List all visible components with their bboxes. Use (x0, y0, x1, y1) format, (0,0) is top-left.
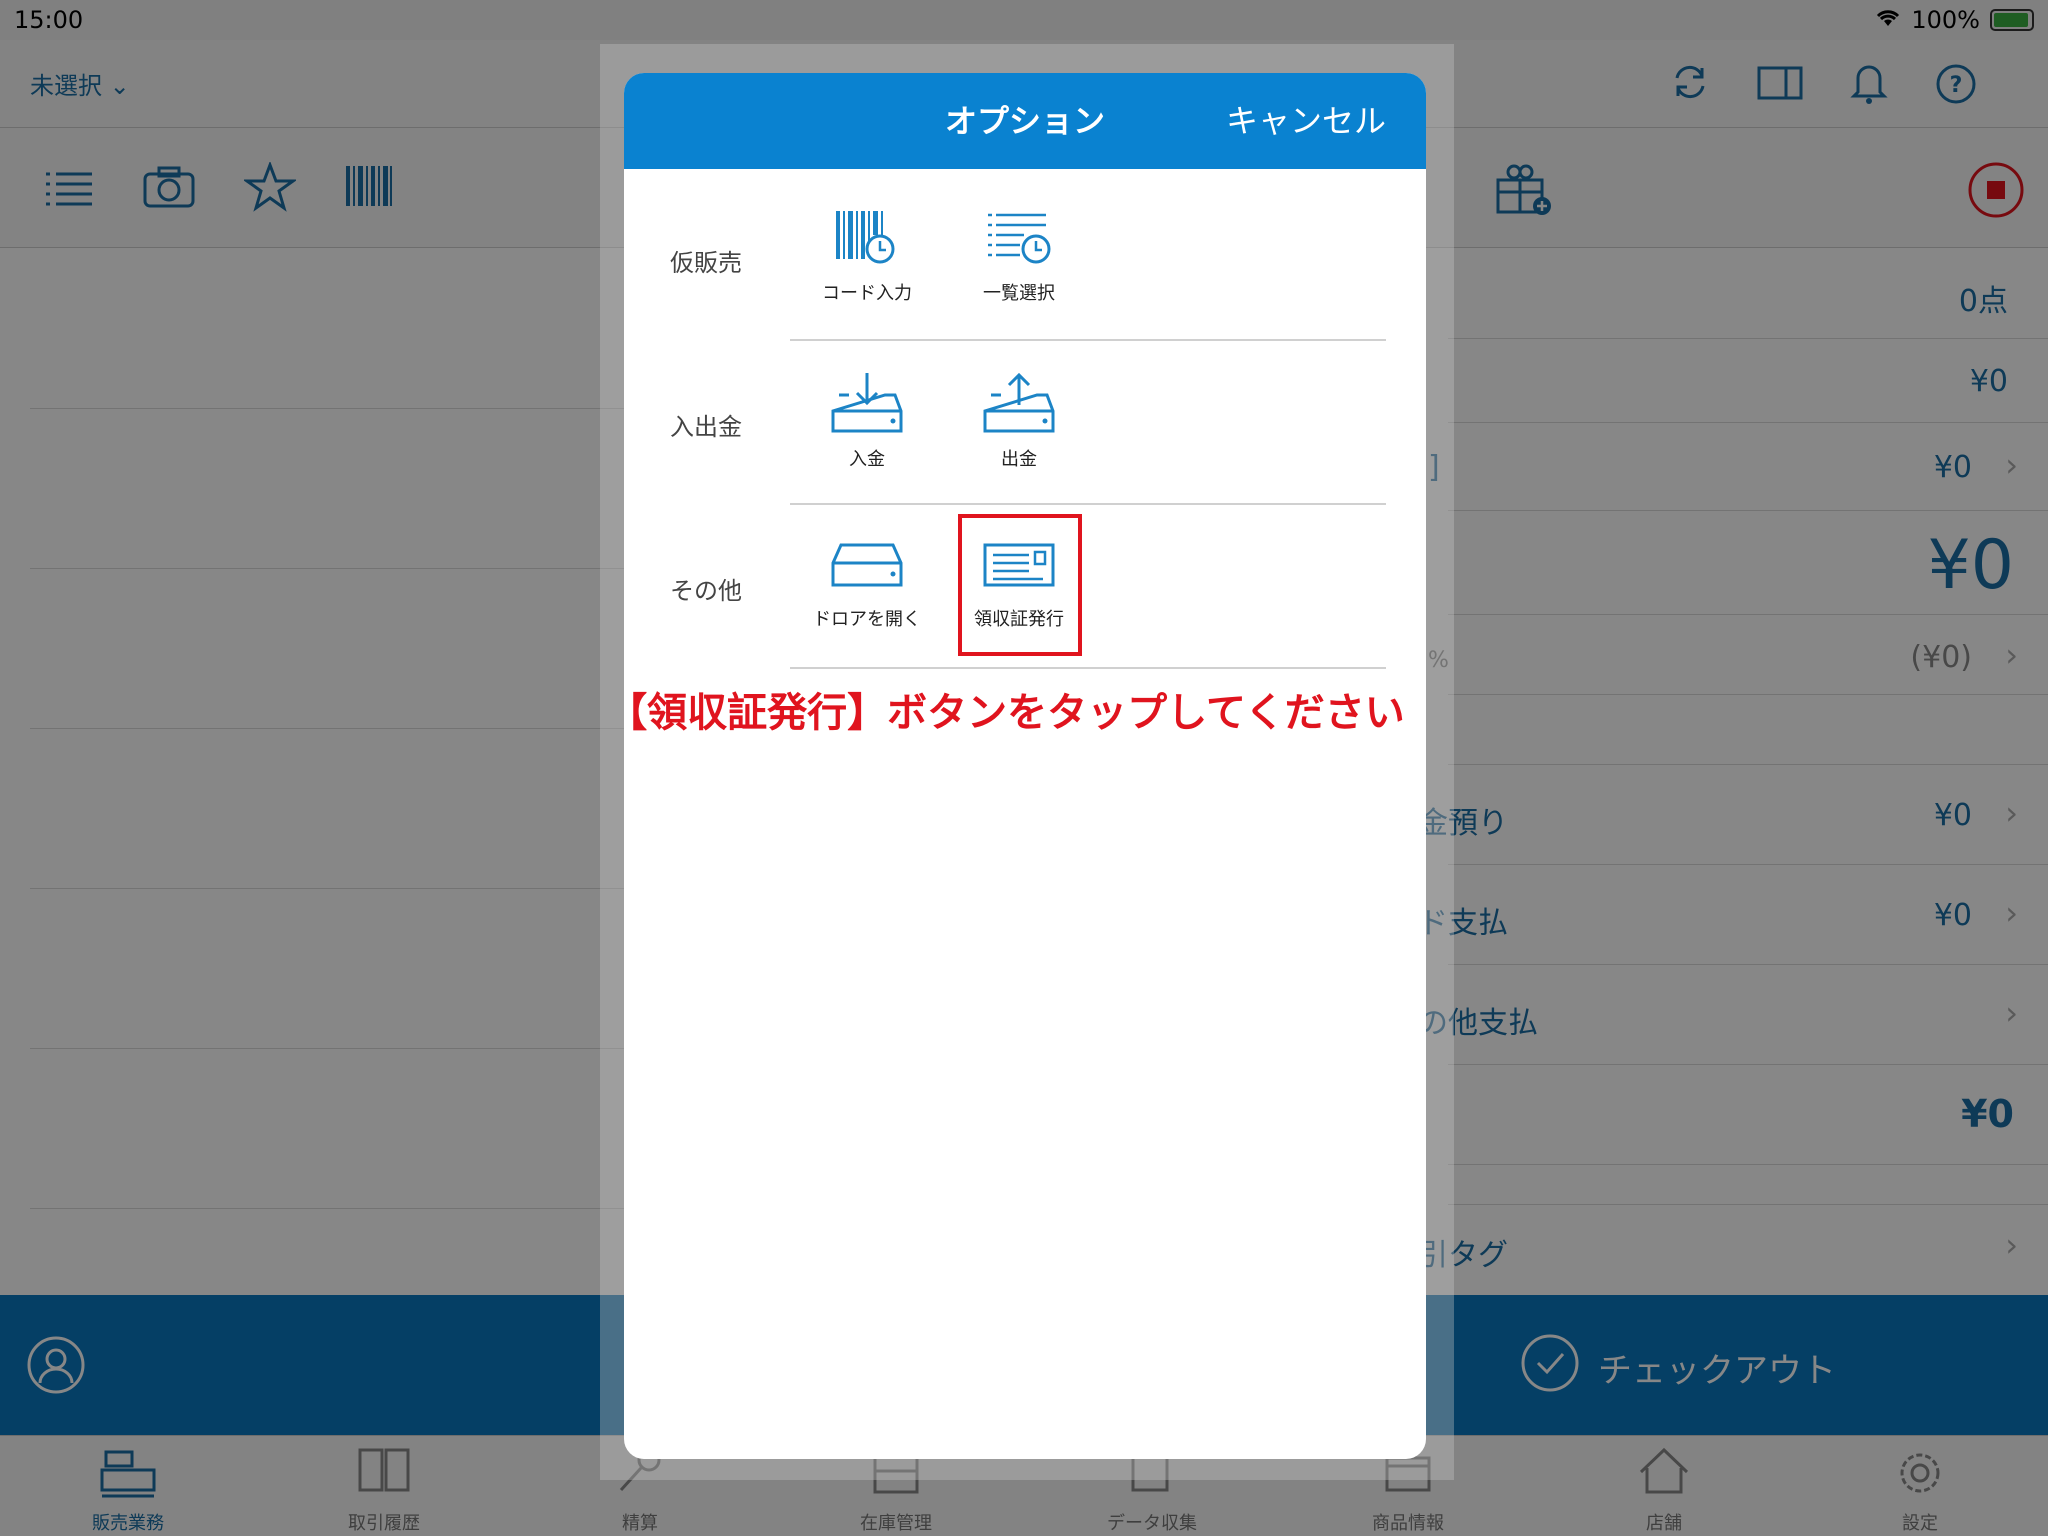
modal-header: オプション キャンセル (624, 73, 1426, 169)
list-select-button[interactable]: 一覧選択 (954, 209, 1084, 305)
option-label: 入金 (849, 449, 885, 470)
section-divider (790, 503, 1386, 505)
option-label: コード入力 (822, 283, 912, 304)
cash-out-button[interactable]: 出金 (954, 371, 1084, 471)
section-divider (790, 339, 1386, 341)
option-label: 一覧選択 (983, 283, 1055, 304)
option-label: ドロアを開く (813, 609, 921, 630)
tray-out-icon (983, 372, 1055, 433)
section-divider (790, 667, 1386, 669)
highlight-box (958, 514, 1082, 656)
barcode-clock-icon (836, 211, 895, 264)
section-label-other: その他 (670, 577, 742, 605)
option-label: 出金 (1001, 449, 1037, 470)
instruction-text: 【領収証発行】ボタンをタップしてください (607, 690, 1405, 736)
list-clock-icon (988, 213, 1051, 264)
cash-in-button[interactable]: 入金 (802, 371, 932, 471)
cancel-button[interactable]: キャンセル (1226, 73, 1386, 169)
section-label-provisional-sale: 仮販売 (670, 249, 742, 277)
open-drawer-button[interactable]: ドロアを開く (802, 539, 932, 631)
code-input-button[interactable]: コード入力 (802, 209, 932, 305)
section-label-cash-in-out: 入出金 (670, 413, 742, 441)
drawer-icon (831, 543, 903, 587)
options-modal: オプション キャンセル 仮販売 コード入力 一覧選択 入出金 入金 出金 その他… (624, 73, 1426, 1459)
tray-in-icon (831, 373, 903, 433)
